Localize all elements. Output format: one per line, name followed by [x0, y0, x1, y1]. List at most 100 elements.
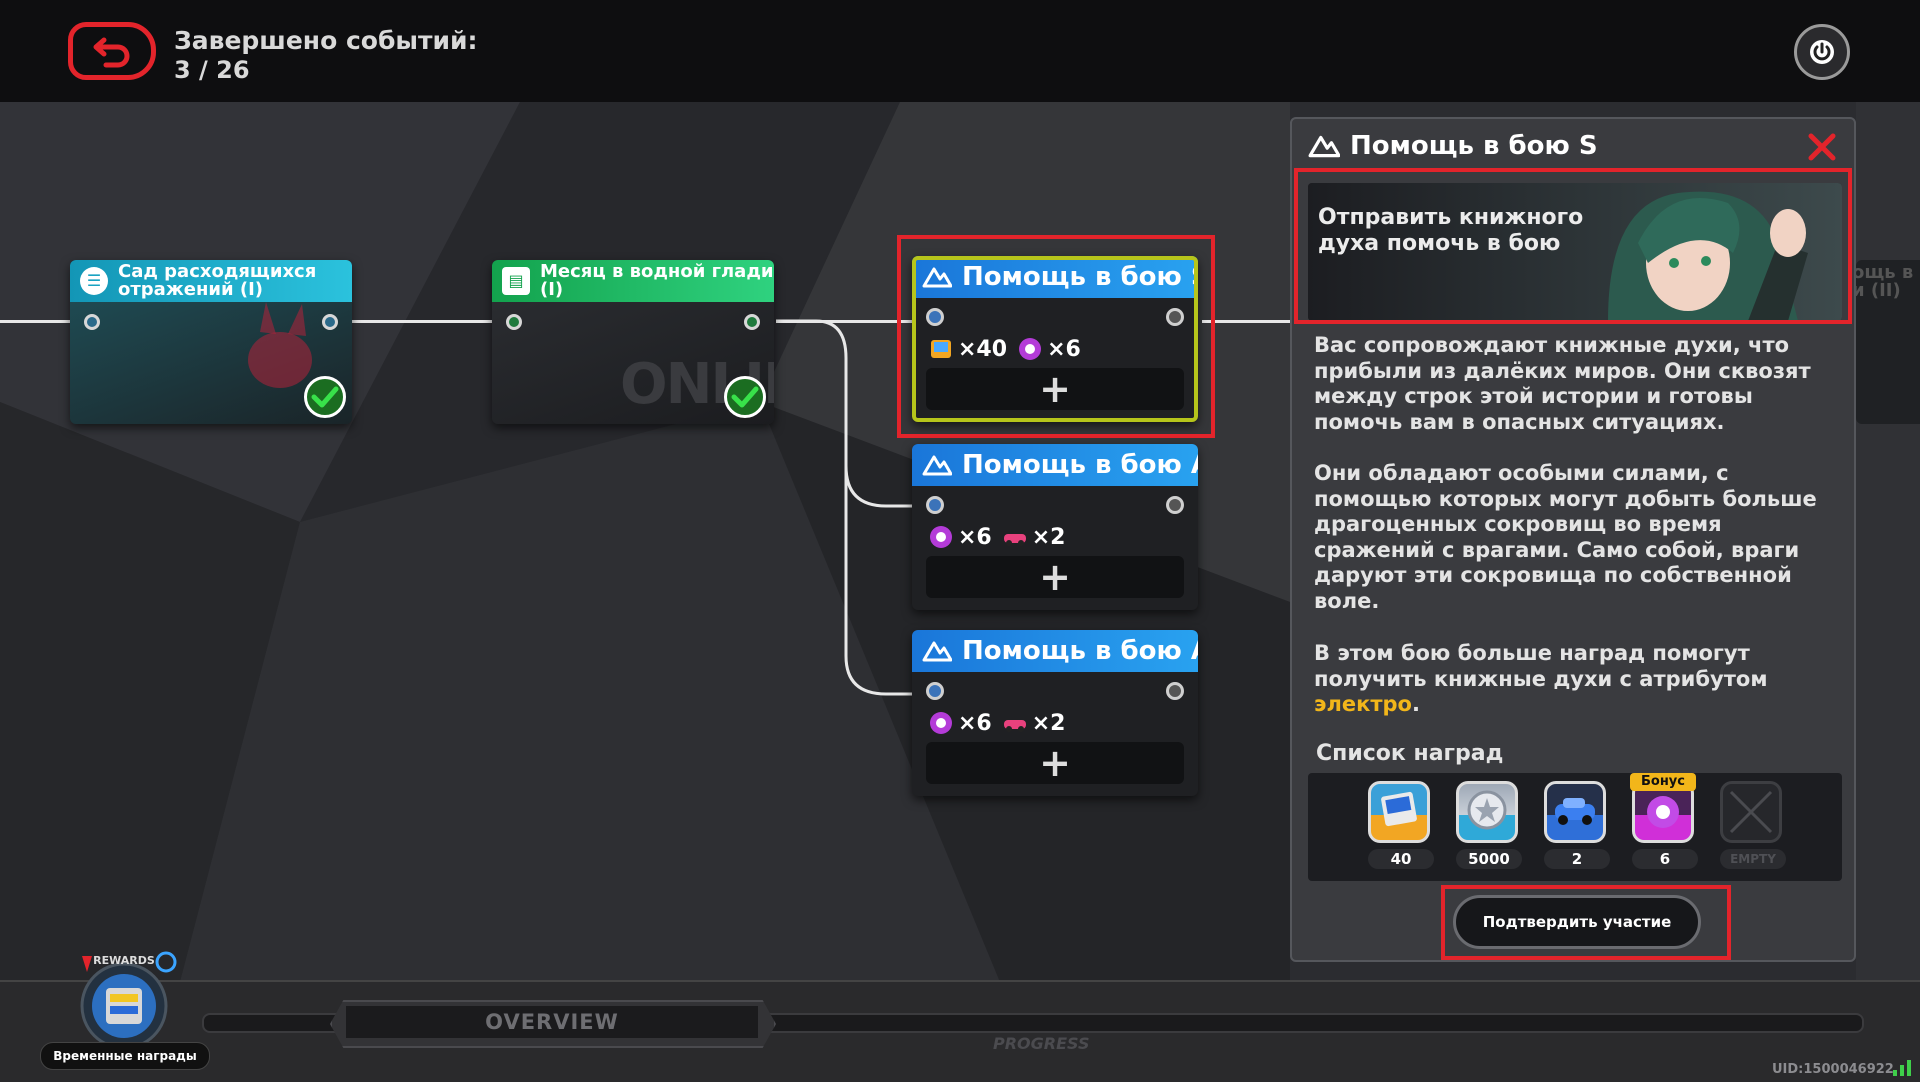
- event-node-header: ▤ Месяц в водной глади (I): [492, 260, 774, 302]
- power-button[interactable]: [1794, 24, 1850, 80]
- reward-book: ×40: [928, 336, 1007, 362]
- reward-item[interactable]: 2: [1544, 781, 1610, 869]
- panel-title: Помощь в бою S: [1308, 131, 1598, 161]
- connector-line: [776, 320, 916, 323]
- battle-node-title: Помощь в бою A: [962, 450, 1198, 480]
- connector-line: [1202, 320, 1292, 323]
- top-bar: Завершено событий: 3 / 26: [0, 0, 1920, 102]
- description-text: В этом бою больше наград помогут получит…: [1314, 641, 1768, 691]
- node-port-right: [1166, 308, 1184, 326]
- event-node-title: Месяц в водной глади (I): [540, 261, 774, 300]
- event-node-title: Сад расходящихся отражений (I): [118, 261, 317, 300]
- reward-gear: ×6: [928, 524, 992, 550]
- reward-item[interactable]: Бонус 6: [1630, 773, 1698, 869]
- connector-line: [352, 320, 492, 323]
- reward-tile: [1456, 781, 1518, 843]
- electro-attribute-highlight: электро: [1314, 692, 1412, 717]
- event-node-garden[interactable]: ☰ Сад расходящихся отражений (I): [70, 260, 352, 424]
- timed-rewards-icon: REWARDS: [80, 951, 177, 1050]
- battle-node-title: Помощь в бою A: [962, 636, 1198, 666]
- reward-count: 6: [1632, 849, 1698, 869]
- node-port-right: [744, 314, 760, 330]
- event-node-partial[interactable]: ощь в бою и (II): [1856, 260, 1920, 424]
- events-completed-count: 3 / 26: [174, 56, 250, 84]
- signal-icon: [1893, 1060, 1911, 1076]
- car-icon: [1003, 534, 1026, 546]
- reward-qty: ×2: [1031, 524, 1066, 550]
- back-button[interactable]: [68, 22, 156, 80]
- overview-tab[interactable]: OVERVIEW: [346, 1006, 758, 1038]
- confirm-participation-button[interactable]: Подтвердить участие: [1453, 895, 1701, 949]
- timed-rewards-button[interactable]: REWARDS: [68, 944, 180, 1056]
- uid-label: UID:1500046922: [1772, 1062, 1894, 1077]
- blue-car-icon: [1555, 798, 1595, 825]
- reward-count: EMPTY: [1720, 849, 1786, 869]
- reward-gear: ×6: [928, 710, 992, 736]
- back-arrow-icon: [93, 37, 130, 68]
- purple-gear-icon: [930, 712, 952, 734]
- reward-tile: [1544, 781, 1606, 843]
- chat-bubble-icon: ☰: [80, 267, 108, 295]
- reward-qty: ×6: [958, 710, 992, 736]
- document-icon: ▤: [502, 267, 530, 295]
- car-icon: [1003, 720, 1026, 732]
- panel-title-text: Помощь в бою S: [1350, 131, 1598, 161]
- connector-line: [0, 320, 70, 323]
- progress-label: PROGRESS: [993, 1034, 1090, 1053]
- reward-tile: [1368, 781, 1430, 843]
- rewards-list: 40 5000 2 Бонус 6 EMPTY: [1308, 773, 1842, 881]
- completed-check-icon: [724, 376, 766, 418]
- reward-tile: [1720, 781, 1782, 843]
- battle-node-a-2[interactable]: Помощь в бою A ×6 ×2 +: [912, 630, 1198, 796]
- node-port-left: [926, 308, 944, 326]
- battle-support-icon: [922, 267, 952, 288]
- purple-gear-icon: [930, 526, 952, 548]
- completed-check-icon: [304, 376, 346, 418]
- purple-gear-icon: [1647, 796, 1679, 828]
- rewards-list-title: Список наград: [1316, 741, 1504, 766]
- battle-node-header: Помощь в бою A: [912, 630, 1198, 672]
- book-card-icon: [931, 340, 951, 358]
- reward-car: ×2: [1002, 524, 1066, 550]
- silver-coin-icon: [1467, 790, 1507, 830]
- description-paragraph-2: Они обладают особыми силами, с помощью к…: [1314, 461, 1817, 613]
- event-node-moon[interactable]: ▤ Месяц в водной глади (I) ONLINE: [492, 260, 774, 424]
- event-node-partial-title: ощь в бою и (II): [1856, 262, 1920, 301]
- reward-item-empty: EMPTY: [1720, 781, 1786, 869]
- add-agent-button[interactable]: +: [926, 741, 1184, 785]
- add-agent-button[interactable]: +: [926, 367, 1184, 411]
- reward-count: 5000: [1456, 849, 1522, 869]
- book-card-icon: [1381, 791, 1417, 827]
- reward-qty: ×40: [958, 336, 1008, 362]
- reward-gear: ×6: [1017, 336, 1081, 362]
- description-paragraph-3: В этом бою больше наград помогут получит…: [1314, 641, 1834, 718]
- reward-item[interactable]: 40: [1368, 781, 1434, 869]
- add-agent-button[interactable]: +: [926, 555, 1184, 599]
- power-icon: [1810, 40, 1834, 64]
- node-port-left: [926, 496, 944, 514]
- reward-count: 40: [1368, 849, 1434, 869]
- reward-qty: ×6: [1047, 336, 1081, 362]
- purple-gear-icon: [1019, 338, 1042, 360]
- battle-rewards-row: ×6 ×2: [928, 524, 1076, 550]
- close-icon[interactable]: [1806, 131, 1838, 163]
- banner-text: Отправить книжного духа помочь в бою: [1318, 205, 1584, 256]
- event-node-header: ☰ Сад расходящихся отражений (I): [70, 260, 352, 302]
- node-port-right: [1166, 496, 1184, 514]
- rewards-badge-text: REWARDS: [93, 954, 155, 967]
- event-banner: Отправить книжного духа помочь в бою: [1308, 183, 1842, 321]
- battle-support-icon: [1308, 135, 1340, 158]
- reward-item[interactable]: 5000: [1456, 781, 1522, 869]
- battle-support-icon: [922, 641, 952, 662]
- battle-node-s[interactable]: Помощь в бою S ×40 ×6 +: [912, 256, 1198, 422]
- node-port-left: [926, 682, 944, 700]
- reward-count: 2: [1544, 849, 1610, 869]
- reward-qty: ×6: [958, 524, 992, 550]
- bonus-badge: Бонус: [1630, 773, 1696, 791]
- battle-rewards-row: ×6 ×2: [928, 710, 1076, 736]
- reward-car: ×2: [1002, 710, 1066, 736]
- node-port-right: [1166, 682, 1184, 700]
- battle-node-a-1[interactable]: Помощь в бою A ×6 ×2 +: [912, 444, 1198, 610]
- battle-node-title: Помощь в бою S: [962, 262, 1198, 292]
- description-text: .: [1411, 692, 1420, 717]
